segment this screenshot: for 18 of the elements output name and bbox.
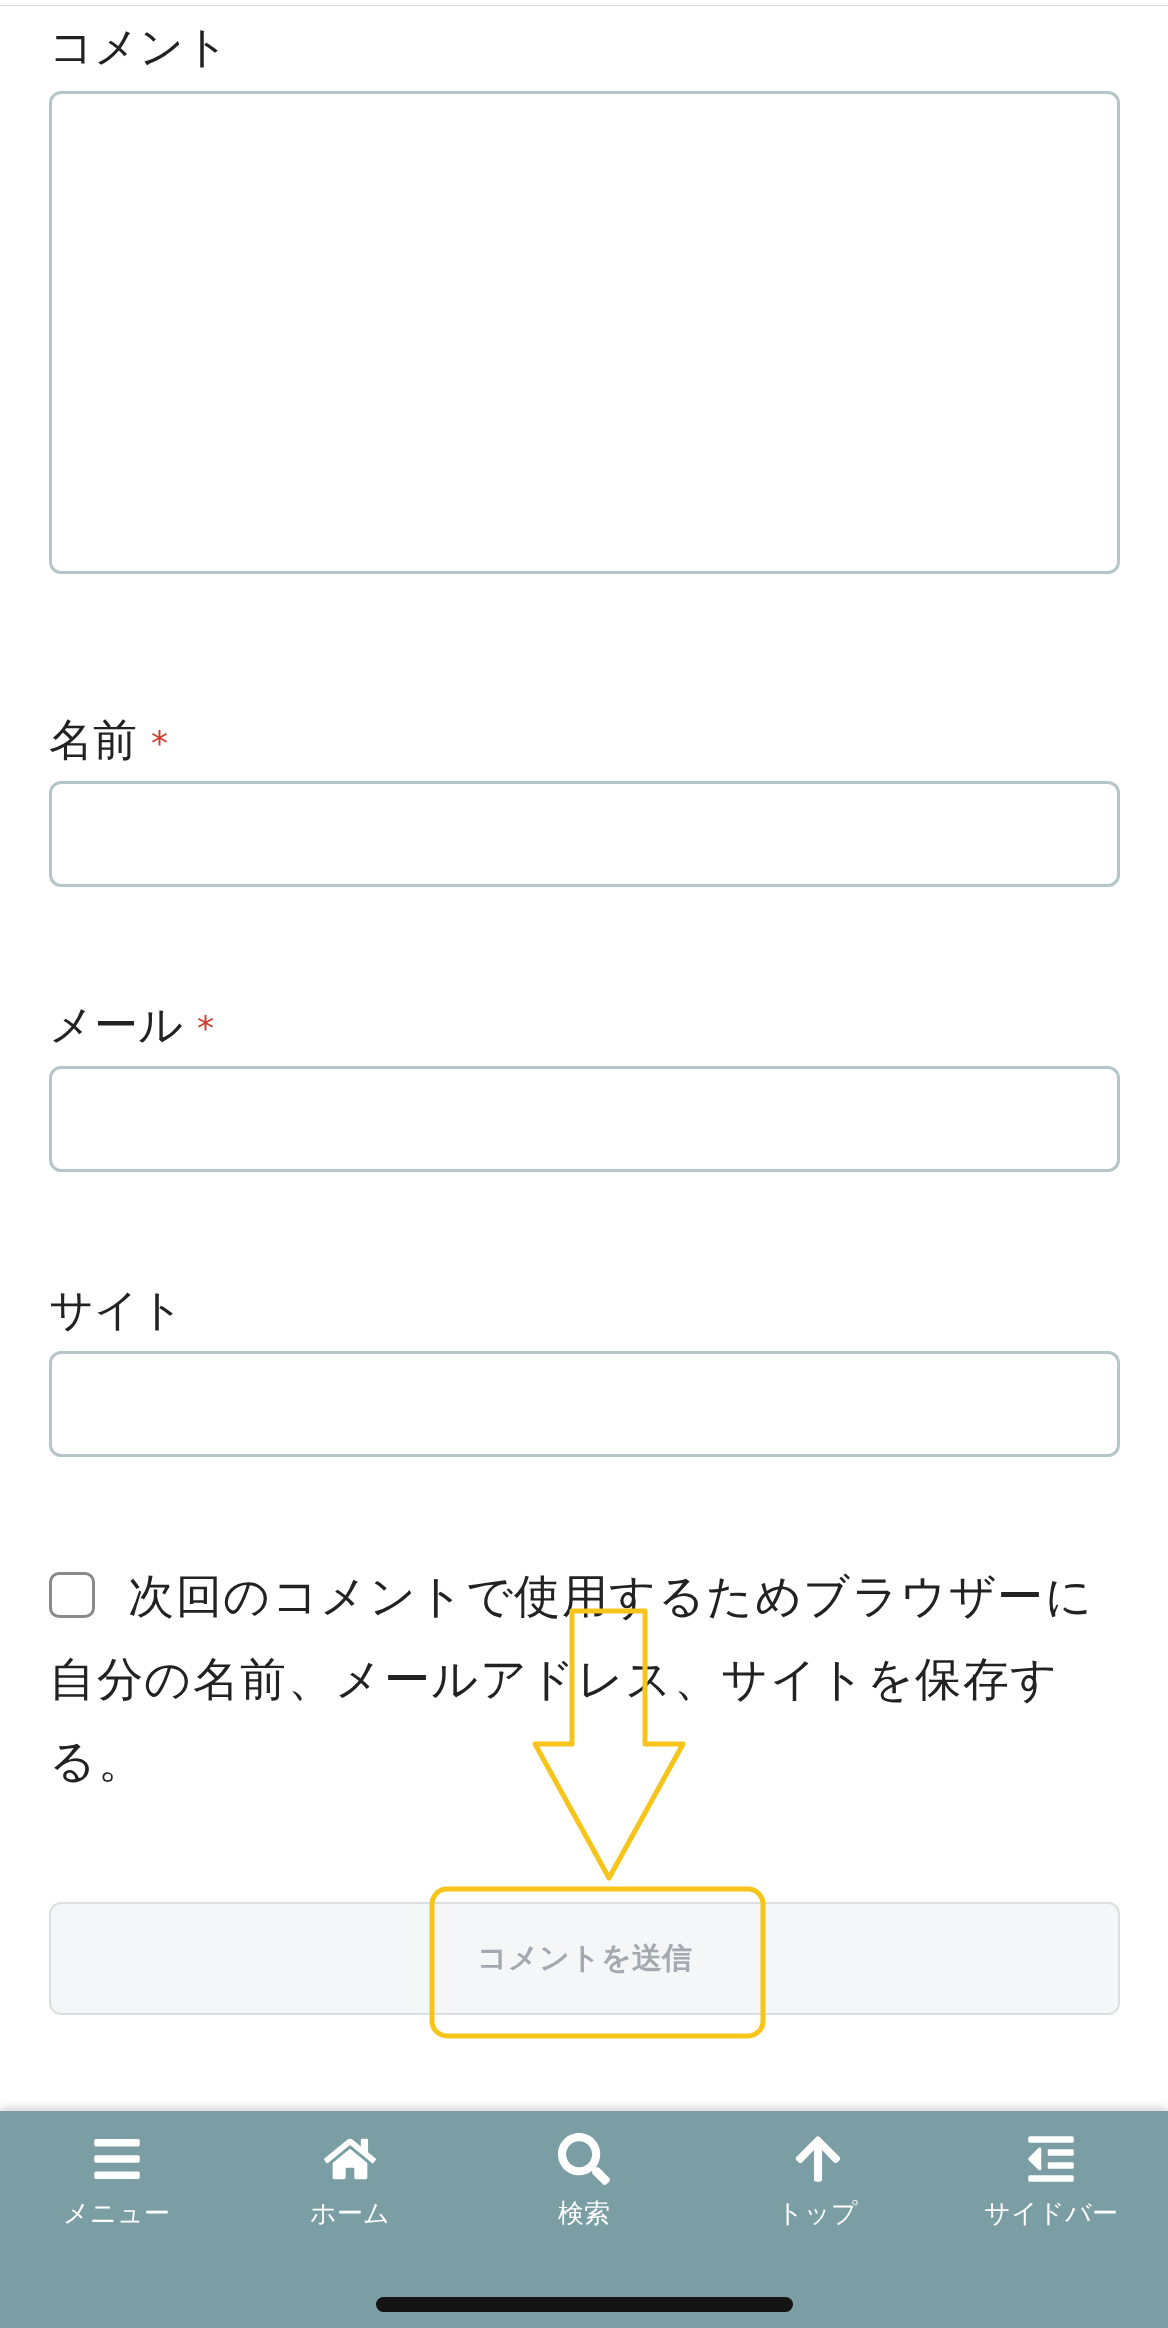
field-label: コメント — [49, 20, 229, 74]
checkbox[interactable] — [49, 1572, 95, 1618]
required-asterisk: * — [197, 1007, 214, 1050]
nav-button[interactable]: ホーム — [310, 2133, 391, 2229]
field-label: 名前 — [49, 713, 137, 767]
input-field[interactable] — [49, 781, 1120, 887]
field-label: サイト — [49, 1283, 184, 1337]
submit-button[interactable]: コメントを送信 — [49, 1901, 1120, 2015]
nav-button[interactable]: メニュー — [63, 2133, 171, 2229]
search-icon — [558, 2133, 610, 2185]
nav-button[interactable]: トップ — [777, 2133, 859, 2229]
field-label: メール — [49, 998, 183, 1052]
required-asterisk: * — [151, 722, 168, 765]
nav-button[interactable]: 検索 — [558, 2133, 610, 2229]
input-field[interactable] — [49, 1066, 1120, 1172]
input-field[interactable] — [49, 1351, 1120, 1457]
text-area[interactable] — [49, 91, 1120, 574]
nav-button[interactable]: サイドバー — [984, 2133, 1119, 2229]
